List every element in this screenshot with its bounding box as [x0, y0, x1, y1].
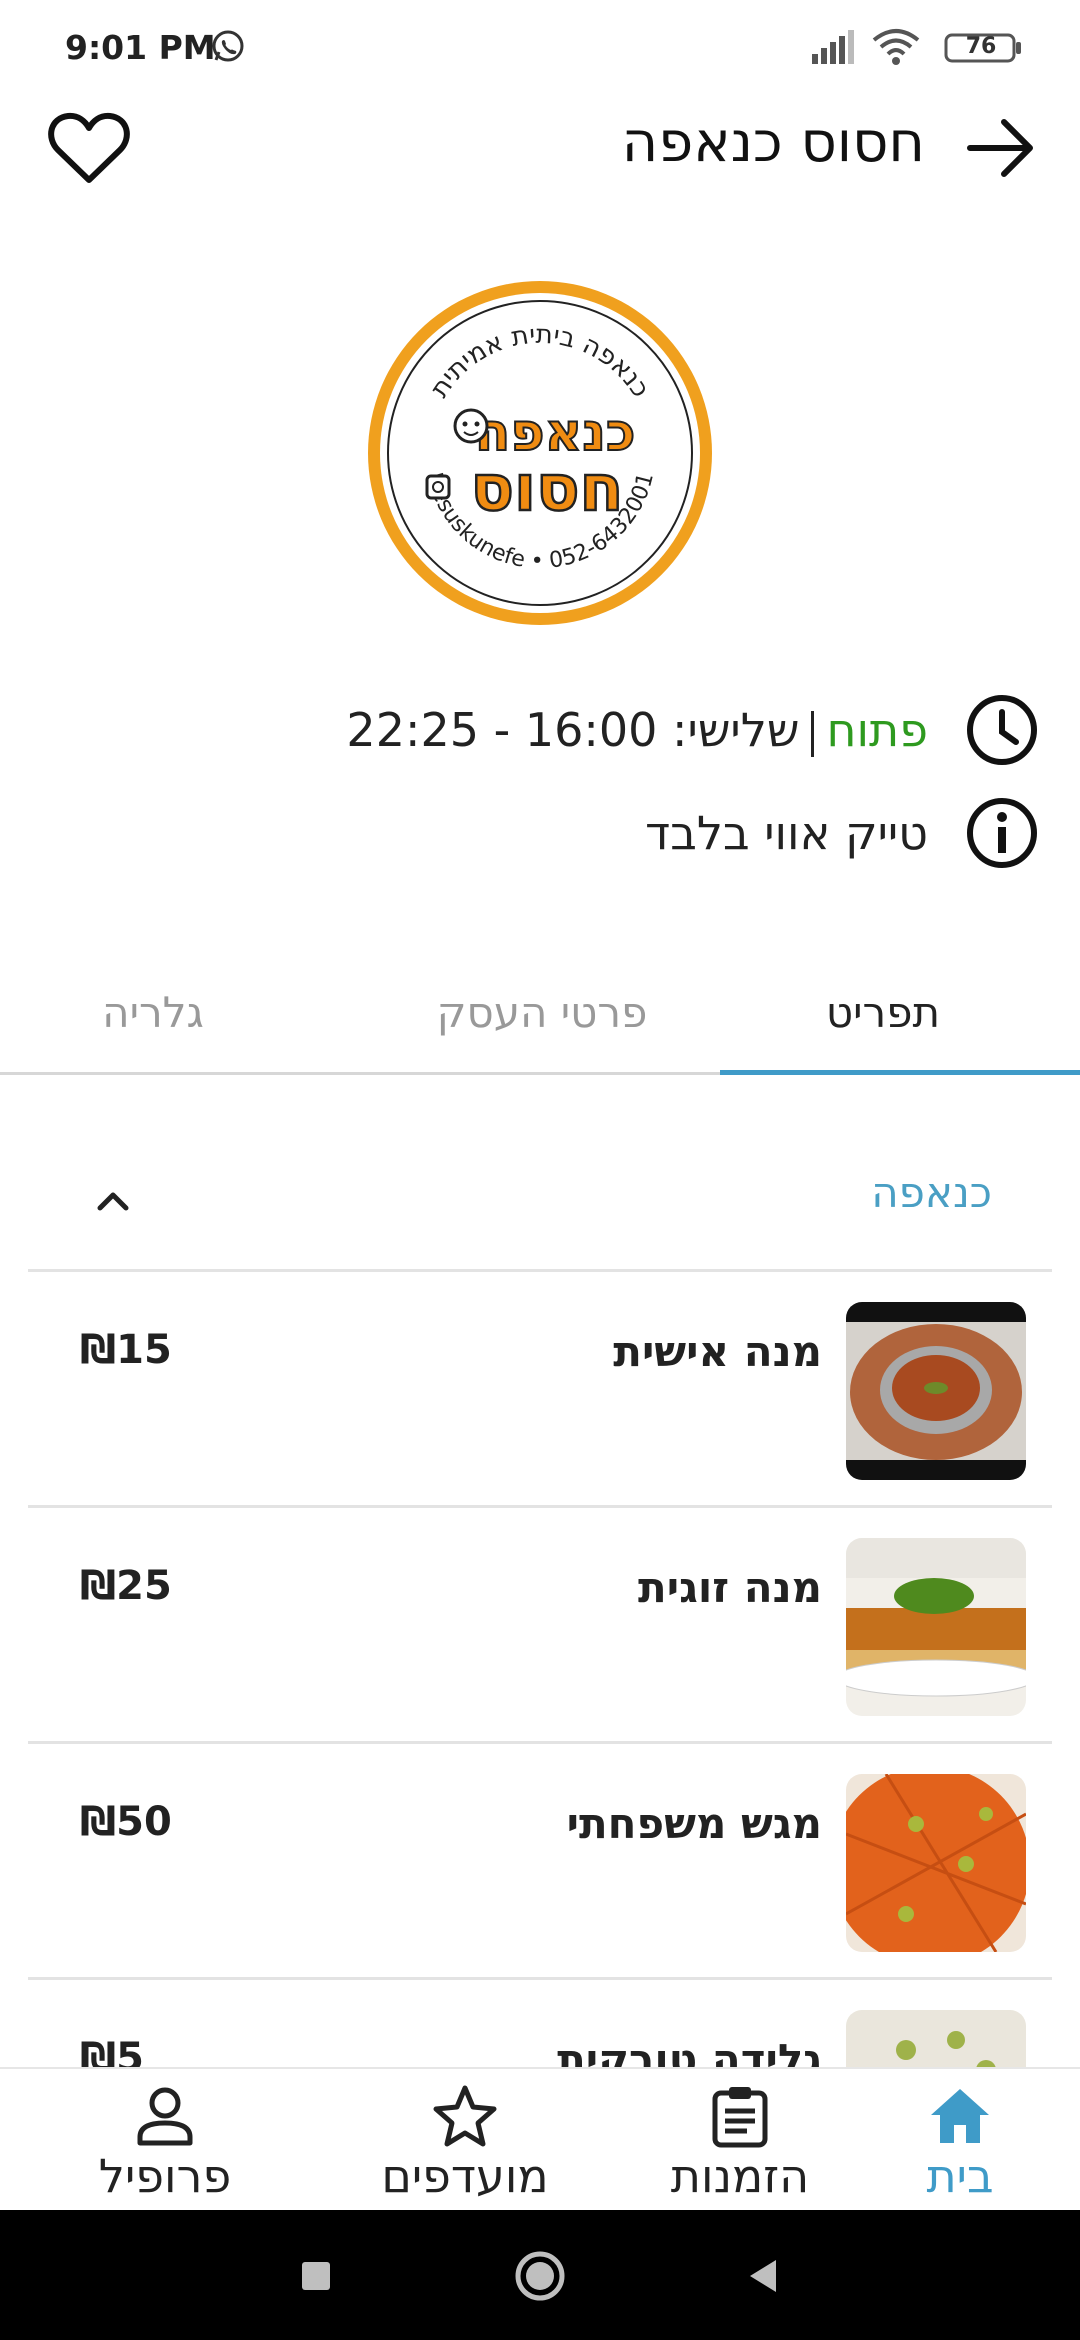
- system-nav-bar: [0, 2210, 1080, 2340]
- item-image: [846, 2010, 1026, 2067]
- item-image: [846, 1538, 1026, 1716]
- status-divider: [811, 710, 815, 757]
- open-status: פתוח: [826, 703, 928, 757]
- menu-item[interactable]: מנה זוגית ₪25: [28, 1508, 1052, 1744]
- back-arrow-icon[interactable]: [960, 108, 1040, 188]
- menu-item[interactable]: מנה אישית ₪15: [28, 1272, 1052, 1508]
- nav-favorites[interactable]: מועדפים: [345, 2077, 585, 2207]
- nav-home-label: בית: [926, 2149, 994, 2203]
- service-type: טייק אווי בלבד: [645, 806, 928, 860]
- favorite-heart-icon[interactable]: [44, 104, 134, 194]
- tab-business-details[interactable]: פרטי העסק: [392, 988, 692, 1037]
- tab-gallery[interactable]: גלריה: [3, 988, 303, 1037]
- logo-name-bottom: חסוס: [471, 452, 624, 526]
- status-time: 9:01 PM: [65, 28, 216, 67]
- category-header[interactable]: כנאפה: [28, 1130, 1052, 1272]
- logo-instagram-icon: [425, 474, 451, 500]
- item-name: מגש משפחתי: [566, 1799, 822, 1848]
- star-icon: [433, 2085, 497, 2147]
- item-image: [846, 1774, 1026, 1952]
- nav-orders-label: הזמנות: [670, 2149, 810, 2203]
- nav-favorites-label: מועדפים: [381, 2149, 549, 2203]
- logo-badge: כנאפה ביתית אמיתית Hesuskunefe • 052-643…: [368, 281, 712, 625]
- item-name: מנה אישית: [613, 1327, 822, 1376]
- nav-profile-label: פרופיל: [98, 2149, 232, 2203]
- active-tab-indicator: [720, 1070, 1080, 1075]
- item-price: ₪15: [80, 1327, 172, 1373]
- item-price: ₪25: [80, 1563, 172, 1609]
- nav-orders[interactable]: הזמנות: [620, 2077, 860, 2207]
- menu-item[interactable]: מגש משפחתי ₪50: [28, 1744, 1052, 1980]
- wifi-icon: [872, 29, 920, 65]
- app-header: חסוס כנאפה: [0, 90, 1080, 200]
- item-price: ₪5: [80, 2035, 145, 2067]
- tab-bar: תפריט פרטי העסק גלריה: [0, 960, 1080, 1075]
- logo-mascot-icon: [453, 408, 489, 444]
- signal-icon: [812, 30, 854, 64]
- clock-icon: [967, 695, 1037, 765]
- service-info-row: טייק אווי בלבד: [645, 793, 1040, 873]
- nav-profile[interactable]: פרופיל: [45, 2077, 285, 2207]
- menu-list: מנה אישית ₪15 מנה זוגית ₪25 מגש משפחתי ₪…: [28, 1272, 1052, 2067]
- menu-item[interactable]: גלידה טורקית ₪5: [28, 1980, 1052, 2067]
- opening-hours: שלישי: 16:00 - 22:25: [346, 703, 800, 757]
- item-name: מנה זוגית: [638, 1563, 822, 1612]
- opening-hours-row: פתוח שלישי: 16:00 - 22:25: [346, 690, 1040, 770]
- bottom-nav: בית הזמנות מועדפים פרופיל: [0, 2067, 1080, 2210]
- item-price: ₪50: [80, 1799, 172, 1845]
- clipboard-icon: [712, 2087, 768, 2148]
- business-logo: כנאפה ביתית אמיתית Hesuskunefe • 052-643…: [365, 278, 715, 628]
- whatsapp-icon: [212, 30, 244, 62]
- tab-menu[interactable]: תפריט: [733, 988, 1033, 1037]
- person-icon: [137, 2087, 193, 2146]
- category-label: כנאפה: [871, 1168, 992, 1217]
- battery-level: 76: [965, 34, 997, 59]
- status-bar: 9:01 PM 76: [0, 0, 1080, 90]
- recents-square-icon[interactable]: [288, 2248, 344, 2304]
- nav-home[interactable]: בית: [840, 2077, 1080, 2207]
- item-name: גלידה טורקית: [557, 2035, 822, 2067]
- home-icon: [931, 2089, 989, 2143]
- page-title: חסוס כנאפה: [621, 110, 925, 175]
- info-icon: [967, 798, 1037, 868]
- item-image: [846, 1302, 1026, 1480]
- chevron-up-icon[interactable]: [88, 1176, 138, 1226]
- home-circle-icon[interactable]: [512, 2248, 568, 2304]
- back-triangle-icon[interactable]: [736, 2248, 792, 2304]
